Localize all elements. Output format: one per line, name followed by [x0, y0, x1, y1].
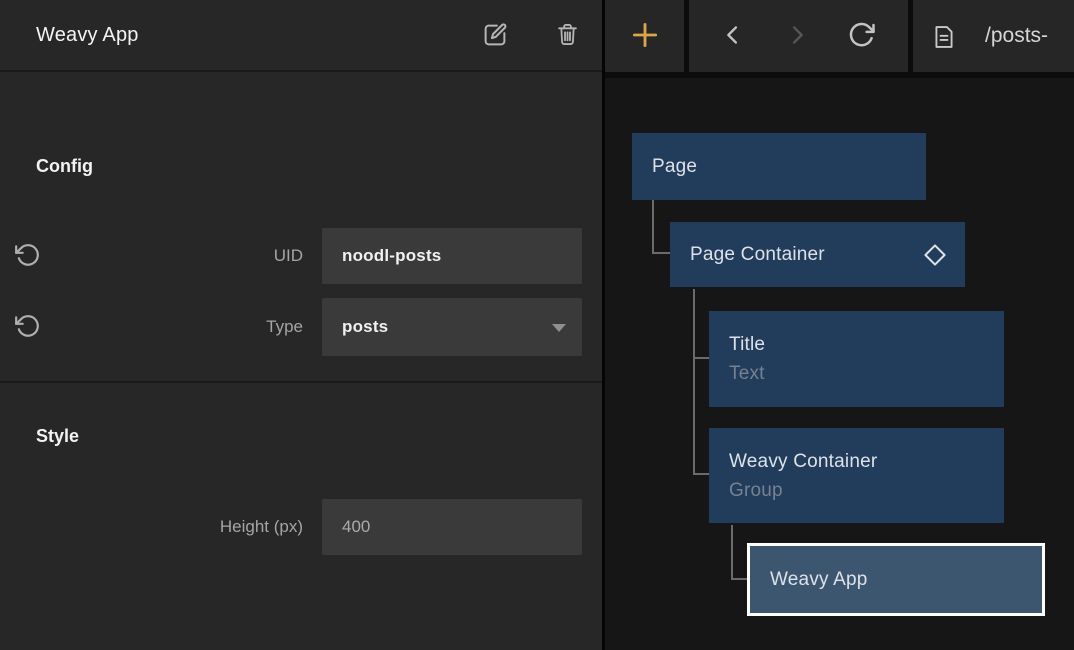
node-tree: Page Page Container Title Text Weavy Con…	[605, 78, 1074, 650]
node-label: Page	[652, 152, 926, 181]
edit-icon	[480, 20, 510, 53]
uid-label: UID	[48, 246, 322, 266]
properties-panel: Weavy App	[0, 0, 602, 650]
height-value: 400	[342, 517, 370, 537]
node-type-label: Text	[729, 359, 1004, 388]
type-value: posts	[342, 317, 388, 337]
tree-connector	[652, 200, 670, 254]
type-reset-slot	[12, 312, 48, 342]
uid-input[interactable]: noodl-posts	[322, 228, 582, 284]
uid-value: noodl-posts	[342, 246, 441, 266]
tree-connector	[693, 357, 709, 359]
section-divider	[0, 381, 602, 383]
add-node-button[interactable]	[628, 19, 662, 53]
forward-button[interactable]	[782, 21, 812, 51]
plus-icon	[628, 18, 662, 55]
style-section-heading: Style	[36, 426, 79, 447]
type-reset-button[interactable]	[12, 312, 42, 342]
reset-icon	[14, 313, 40, 342]
tree-node-weavy-container[interactable]: Weavy Container Group	[709, 428, 1004, 523]
delete-button[interactable]	[550, 19, 584, 53]
uid-reset-button[interactable]	[12, 241, 42, 271]
tree-node-page[interactable]: Page	[632, 133, 926, 200]
preview-panel: /posts- Page Page Container Title Tex	[605, 0, 1074, 650]
header-actions	[478, 0, 584, 72]
tree-node-title[interactable]: Title Text	[709, 311, 1004, 407]
toolbar-add-section	[605, 0, 684, 72]
type-property-row: Type posts	[0, 298, 602, 356]
toolbar-url-section: /posts-	[913, 0, 1074, 72]
tree-node-weavy-app-selected[interactable]: Weavy App	[747, 543, 1045, 616]
chevron-down-icon	[552, 324, 566, 332]
node-label: Weavy Container	[729, 447, 1004, 476]
refresh-icon	[846, 20, 876, 53]
uid-property-row: UID noodl-posts	[0, 228, 602, 284]
toolbar-nav-section	[689, 0, 908, 72]
type-label: Type	[48, 317, 322, 337]
node-label: Title	[729, 330, 1004, 359]
refresh-button[interactable]	[846, 21, 876, 51]
height-input[interactable]: 400	[322, 499, 582, 555]
uid-reset-slot	[12, 241, 48, 271]
height-label: Height (px)	[48, 517, 322, 537]
node-label: Weavy App	[770, 565, 1042, 594]
type-dropdown[interactable]: posts	[322, 298, 582, 356]
page-url[interactable]: /posts-	[985, 24, 1048, 48]
back-button[interactable]	[718, 21, 748, 51]
app-root: Weavy App	[0, 0, 1074, 650]
tree-node-page-container[interactable]: Page Container	[670, 222, 965, 287]
back-icon	[719, 21, 747, 52]
diamond-icon	[921, 241, 949, 269]
forward-icon	[783, 21, 811, 52]
config-section-heading: Config	[36, 156, 93, 177]
properties-header: Weavy App	[0, 0, 602, 72]
panel-title: Weavy App	[36, 24, 139, 47]
edit-button[interactable]	[478, 19, 512, 53]
node-type-label: Group	[729, 476, 1004, 505]
reset-icon	[14, 242, 40, 271]
trash-icon	[554, 21, 581, 51]
tree-connector	[693, 289, 709, 475]
document-icon	[930, 23, 958, 51]
height-property-row: Height (px) 400	[0, 499, 602, 555]
tree-connector	[731, 525, 747, 580]
